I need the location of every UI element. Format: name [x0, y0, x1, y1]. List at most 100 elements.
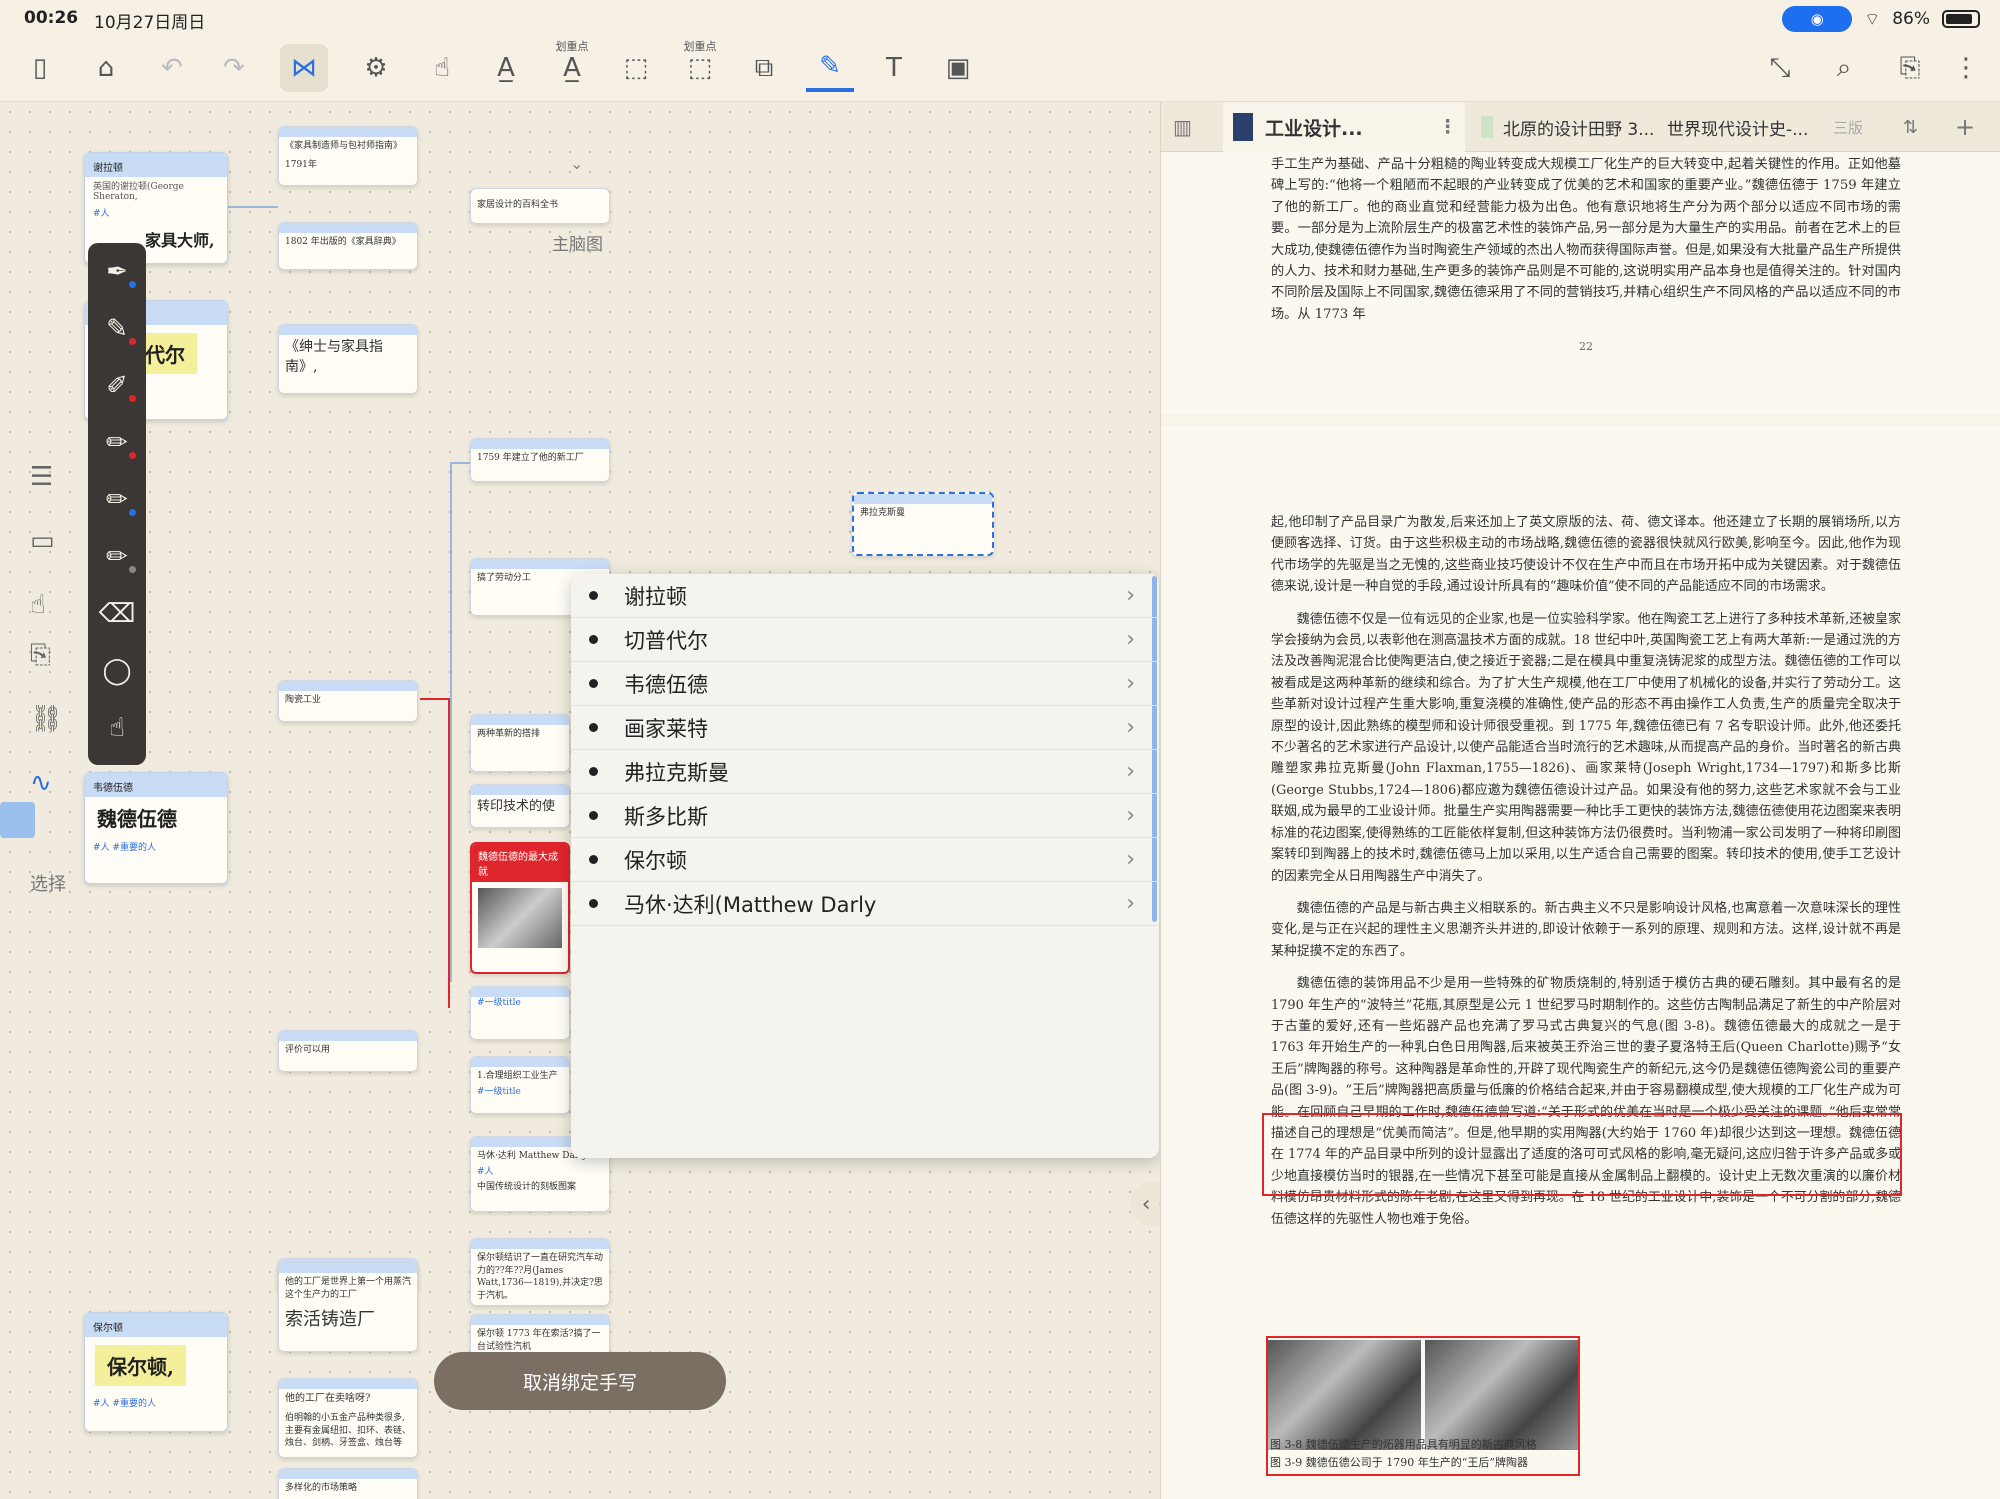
- dropdown-item[interactable]: 马休·达利(Matthew Darly ›: [571, 882, 1159, 926]
- text-highlight-icon[interactable]: A̲: [482, 44, 530, 92]
- node-header: 保尔顿: [85, 1313, 227, 1337]
- search-doc-icon[interactable]: ⌕: [1820, 44, 1868, 92]
- dropdown-item[interactable]: 谢拉顿 ›: [571, 574, 1159, 618]
- tab-kitahara[interactable]: 北原的设计田野 3...: [1471, 102, 1659, 152]
- library-icon[interactable]: ⌂: [82, 44, 130, 92]
- pencil-red-icon[interactable]: ✏: [88, 414, 146, 471]
- dropdown-item[interactable]: 画家莱特 ›: [571, 706, 1159, 750]
- book-cover-icon: [1481, 116, 1493, 138]
- more-menu-icon[interactable]: ⋮: [1942, 44, 1990, 92]
- tab-third-edition[interactable]: 三版: [1833, 102, 1879, 152]
- node-handwriting: 魏德伍德: [97, 807, 177, 831]
- outline-icon[interactable]: ☰: [30, 462, 70, 526]
- sidebar-toggle-icon[interactable]: ▯: [16, 44, 64, 92]
- node-selling[interactable]: 他的工厂在卖啥呀? 伯明翰的小五金产品种类很多,主要有金属纽扣、扣环、表链、烛台、…: [278, 1378, 418, 1458]
- node-wedgwood[interactable]: 韦德伍德 魏德伍德 #人 #重要的人: [84, 772, 228, 884]
- connector-line: [450, 462, 452, 982]
- paragraph: 魏德伍德的产品是与新古典主义相联系的。新古典主义不只是影响设计风格,也寓意着一次…: [1271, 900, 1901, 959]
- node-gentleman[interactable]: 《绅士与家具指南》,: [278, 324, 418, 394]
- node-furniture-book[interactable]: 《家具制造师与包衬师指南》 1791年: [278, 126, 418, 186]
- area-select-key-icon[interactable]: 划重点 ⬚: [676, 40, 724, 92]
- add-tab-icon[interactable]: +: [1955, 102, 1985, 152]
- textbox-icon[interactable]: T: [870, 44, 918, 92]
- figure-3-8-image: [1268, 1340, 1421, 1450]
- node-1802[interactable]: 1802 年出版的《家具辞典》: [278, 222, 418, 270]
- bullet-icon: [589, 723, 598, 732]
- status-bar: 00:26 10月27日周日 ◉ ⌔ 86%: [0, 0, 2000, 36]
- battery-icon: [1942, 10, 1980, 28]
- mindmap-title[interactable]: 主脑图: [552, 230, 603, 255]
- node-biggest-achievement[interactable]: 魏德伍德的最大成就: [470, 842, 570, 974]
- node-his-factory[interactable]: 他的工厂是世界上第一个用蒸汽这个生产力的工厂 索活铸造厂: [278, 1262, 418, 1352]
- select-label[interactable]: 选择: [30, 870, 66, 896]
- node-list-dropdown: 谢拉顿 › 切普代尔 › 韦德伍德 › 画家莱特 › 弗拉克斯曼 › 斯多比斯 › 保尔顿 ›…: [571, 574, 1159, 1158]
- node-evaluate[interactable]: 评价可以用: [278, 1030, 418, 1072]
- node-header: 韦德伍德: [85, 773, 227, 797]
- chevron-right-icon: ›: [1126, 759, 1135, 784]
- crop-icon[interactable]: ⧉: [740, 44, 788, 92]
- node-boulton[interactable]: 保尔顿 保尔顿, #人 #重要的人: [84, 1312, 228, 1432]
- settings-wheel-icon[interactable]: ⚙: [352, 44, 400, 92]
- copy-icon[interactable]: ⎘: [30, 640, 70, 704]
- node-reasonable[interactable]: 1.合理组织工业生产 #一级title: [470, 1056, 570, 1114]
- undo-icon[interactable]: ↶: [148, 44, 196, 92]
- highlight-box-red[interactable]: [1262, 1113, 1902, 1196]
- lasso-icon[interactable]: ◯: [88, 642, 146, 699]
- toolbar-sub-label-2: 划重点: [683, 40, 717, 53]
- area-select-icon[interactable]: ⬚: [612, 44, 660, 92]
- hand-icon[interactable]: ☝: [418, 44, 466, 92]
- dropdown-item[interactable]: 韦德伍德 ›: [571, 662, 1159, 706]
- connector-line: [448, 698, 450, 1008]
- main-toolbar: ▯ ⌂ ↶ ↷ ⋈ ⚙ ☝ A̲ 划重点 A̲ ⬚ 划重点 ⬚ ⧉ ✎ T ▣ ⤡ …: [0, 36, 2000, 102]
- split-nav-arrows-icon[interactable]: ‹ · ›: [1130, 1182, 1160, 1226]
- cancel-bind-handwriting-button[interactable]: 取消绑定手写: [434, 1352, 726, 1410]
- mindmap-canvas[interactable]: 主脑图 ⌄ 谢拉顿 英国的谢拉顿(George Sheraton, #人 家具大…: [0, 102, 1160, 1499]
- hand-select-icon[interactable]: ☝: [88, 699, 146, 756]
- tab-industrial-design[interactable]: 工业设计... ⋮: [1223, 102, 1465, 152]
- image-icon[interactable]: ▣: [934, 44, 982, 92]
- chevron-down-icon[interactable]: ⌄: [570, 154, 583, 173]
- node-encyclopedia[interactable]: 家居设计的百科全书: [470, 188, 610, 224]
- layout-icon[interactable]: ▭: [30, 526, 70, 590]
- node-two-changes[interactable]: 两种革新的搭排: [470, 714, 570, 772]
- text-highlight-key-icon[interactable]: 划重点 A̲: [548, 40, 596, 92]
- tab-sort-icon[interactable]: ⇅: [1903, 102, 1933, 152]
- status-time: 00:26: [24, 8, 79, 28]
- pen-red-icon[interactable]: ✎: [88, 300, 146, 357]
- figure-captions: 图 3-8 魏德伍德生产的炻器用品具有明显的新古典风格 图 3-9 魏德伍德公司…: [1270, 1436, 1537, 1472]
- tab-world-design-history[interactable]: 世界现代设计史-...: [1663, 102, 1833, 152]
- bookmark-icon[interactable]: ⎘: [1886, 44, 1934, 92]
- dropdown-item[interactable]: 斯多比斯 ›: [571, 794, 1159, 838]
- handwriting-icon[interactable]: ∿: [30, 768, 70, 832]
- redo-icon[interactable]: ↷: [210, 44, 258, 92]
- mindmap-icon[interactable]: ⋈: [280, 44, 328, 92]
- hand-tool-icon[interactable]: ☝: [30, 590, 70, 640]
- pdf-page-22[interactable]: 手工生产为基础、产品十分粗糙的陶业转变成大规模工厂化生产的巨大转变中,起着关键性…: [1161, 152, 2000, 414]
- collapse-icon[interactable]: ⤡: [1756, 44, 1804, 92]
- pencil-blue-icon[interactable]: ✏: [88, 471, 146, 528]
- eraser-icon[interactable]: ⌫: [88, 585, 146, 642]
- pen-icon[interactable]: ✎: [806, 44, 854, 92]
- pencil-gray-icon[interactable]: ✏: [88, 528, 146, 585]
- battery-text: 86%: [1892, 9, 1930, 29]
- node-diverse[interactable]: 多样化的市场策略: [278, 1468, 418, 1499]
- chevron-right-icon: ›: [1126, 847, 1135, 872]
- node-watt[interactable]: 保尔顿结识了一直在研究汽车动力的??年??月(James Watt,1736—1…: [470, 1238, 610, 1306]
- dropdown-item[interactable]: 切普代尔 ›: [571, 618, 1159, 662]
- connector-line: [228, 206, 278, 208]
- dropdown-item[interactable]: 弗拉克斯曼 ›: [571, 750, 1159, 794]
- figure-3-9-image: [1425, 1340, 1578, 1450]
- pdf-panel: ▥ 工业设计... ⋮ 北原的设计田野 3... 世界现代设计史-... 三版 ⇅…: [1160, 102, 2000, 1499]
- tab-more-icon[interactable]: ⋮: [1438, 116, 1457, 138]
- screen-record-icon[interactable]: ◉: [1782, 6, 1853, 32]
- highlighter-icon[interactable]: ✐: [88, 357, 146, 414]
- node-title-1[interactable]: #一级title: [470, 986, 570, 1040]
- node-flaxman[interactable]: 弗拉克斯曼: [852, 492, 994, 556]
- node-1759[interactable]: 1759 年建立了他的新工厂: [470, 438, 610, 482]
- node-transfer[interactable]: 转印技术的使: [470, 784, 570, 828]
- split-view-icon[interactable]: ▥: [1173, 102, 1213, 152]
- fountain-pen-icon[interactable]: ✒: [88, 243, 146, 300]
- link-icon[interactable]: ⛓: [30, 704, 70, 768]
- dropdown-item[interactable]: 保尔顿 ›: [571, 838, 1159, 882]
- node-pottery[interactable]: 陶瓷工业: [278, 680, 418, 722]
